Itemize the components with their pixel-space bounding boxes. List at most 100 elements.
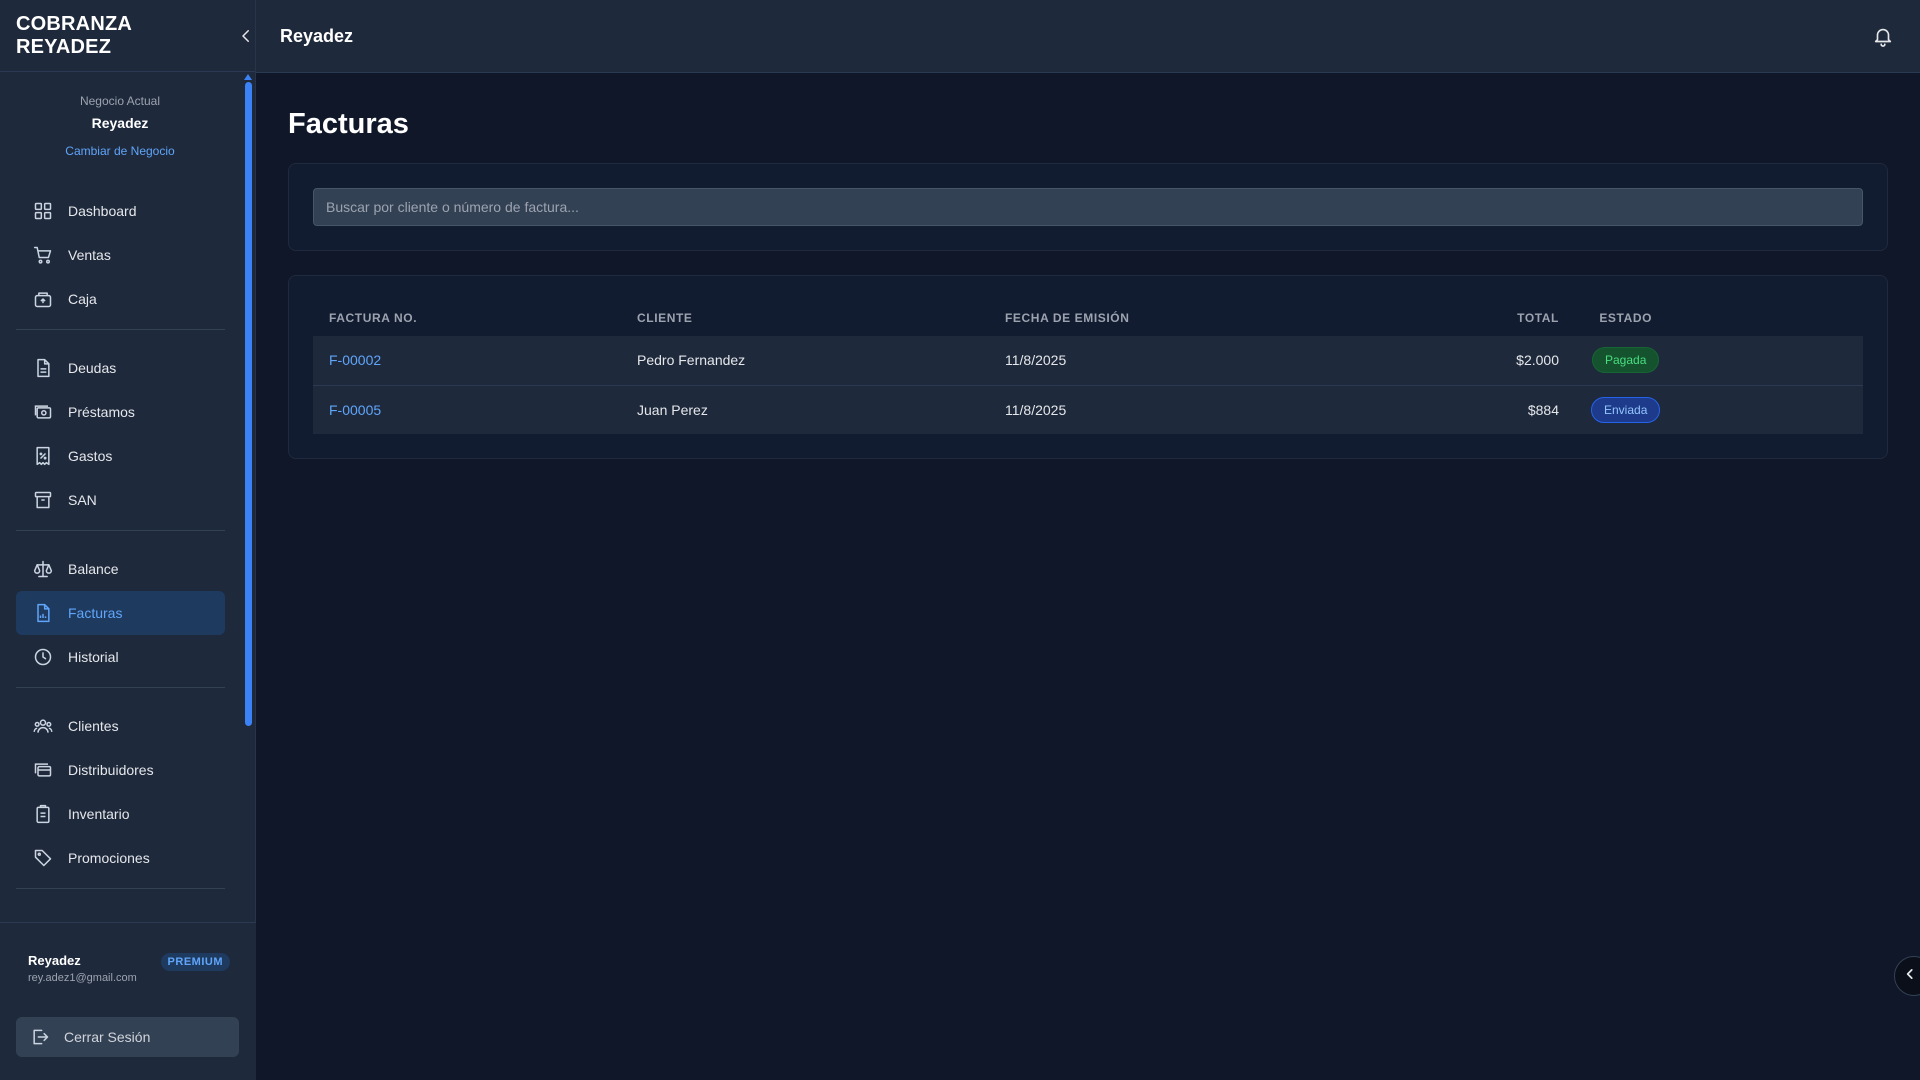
status-badge: Pagada bbox=[1592, 347, 1660, 374]
column-header-date: FECHA DE EMISIÓN bbox=[1005, 311, 1130, 325]
spacer-cell bbox=[1676, 385, 1863, 434]
user-info: Reyadez rey.adez1@gmail.com PREMIUM bbox=[28, 953, 230, 984]
business-label: Negocio Actual bbox=[79, 94, 161, 108]
table-row[interactable]: F-00002 Pedro Fernandez 11/8/2025 $2.000… bbox=[313, 336, 1863, 385]
search-card bbox=[288, 163, 1888, 251]
sidebar-item-label: Caja bbox=[68, 291, 97, 307]
scrollbar-thumb[interactable] bbox=[245, 82, 252, 726]
sidebar-item-gastos[interactable]: Gastos bbox=[16, 434, 225, 478]
invoice-number-link[interactable]: F-00002 bbox=[313, 336, 621, 385]
sidebar-item-distribuidores[interactable]: Distribuidores bbox=[16, 748, 225, 792]
sidebar-item-dashboard[interactable]: Dashboard bbox=[16, 189, 225, 233]
user-panel: Reyadez rey.adez1@gmail.com PREMIUM Cerr… bbox=[0, 922, 256, 1080]
tag-icon bbox=[32, 847, 54, 869]
scroll-up-icon[interactable] bbox=[244, 68, 252, 80]
divider bbox=[16, 888, 225, 889]
logout-button[interactable]: Cerrar Sesión bbox=[16, 1017, 239, 1057]
users-icon bbox=[32, 715, 54, 737]
plan-badge: PREMIUM bbox=[160, 953, 230, 971]
nav-group-main: Dashboard Ventas Caja bbox=[16, 189, 225, 329]
user-email: rey.adez1@gmail.com bbox=[28, 972, 137, 984]
sidebar-item-label: Facturas bbox=[68, 605, 123, 621]
scale-icon bbox=[32, 558, 54, 580]
invoices-table: FACTURA NO. CLIENTE FECHA DE EMISIÓN TOT… bbox=[313, 300, 1863, 434]
nav-group-people: Clientes Distribuidores Inventario Promo… bbox=[16, 704, 225, 888]
clock-icon bbox=[32, 646, 54, 668]
sidebar-item-label: SAN bbox=[68, 492, 97, 508]
business-switcher: Negocio Actual Reyadez Cambiar de Negoci… bbox=[0, 72, 240, 160]
sidebar-item-san[interactable]: SAN bbox=[16, 478, 225, 522]
sidebar-item-label: Historial bbox=[68, 649, 119, 665]
client-cell: Pedro Fernandez bbox=[637, 352, 746, 369]
table-row[interactable]: F-00005 Juan Perez 11/8/2025 $884 Enviad… bbox=[313, 385, 1863, 434]
sidebar-item-prestamos[interactable]: Préstamos bbox=[16, 390, 225, 434]
sidebar-item-label: Inventario bbox=[68, 806, 130, 822]
column-header-status: ESTADO bbox=[1599, 311, 1653, 325]
status-badge: Enviada bbox=[1591, 396, 1661, 423]
logout-icon bbox=[30, 1027, 50, 1047]
sidebar-item-label: Deudas bbox=[68, 360, 117, 376]
chevron-left-icon[interactable] bbox=[237, 27, 255, 45]
cart-icon bbox=[32, 244, 54, 266]
sidebar-item-label: Gastos bbox=[68, 448, 113, 464]
status-cell: Enviada bbox=[1575, 385, 1676, 434]
invoice-chart-icon bbox=[32, 602, 54, 624]
page-title: Facturas bbox=[288, 108, 409, 140]
archive-icon bbox=[32, 489, 54, 511]
search-input[interactable] bbox=[313, 188, 1863, 226]
sidebar-item-promociones[interactable]: Promociones bbox=[16, 836, 225, 880]
receipt-icon bbox=[32, 445, 54, 467]
sidebar-item-balance[interactable]: Balance bbox=[16, 547, 225, 591]
user-name: Reyadez bbox=[28, 953, 81, 968]
sidebar-item-ventas[interactable]: Ventas bbox=[16, 233, 225, 277]
date-cell: 11/8/2025 bbox=[1005, 401, 1067, 418]
cash-register-icon bbox=[32, 288, 54, 310]
panel-toggle-button[interactable] bbox=[1894, 956, 1920, 996]
sidebar-item-label: Distribuidores bbox=[68, 762, 154, 778]
business-name: Reyadez bbox=[91, 115, 149, 131]
divider bbox=[16, 530, 225, 531]
sidebar-item-label: Préstamos bbox=[68, 404, 135, 420]
invoices-table-card: FACTURA NO. CLIENTE FECHA DE EMISIÓN TOT… bbox=[288, 275, 1888, 459]
invoice-number-link[interactable]: F-00005 bbox=[313, 385, 621, 434]
column-header-number: FACTURA NO. bbox=[329, 311, 418, 325]
logout-label: Cerrar Sesión bbox=[64, 1029, 151, 1045]
sidebar-item-clientes[interactable]: Clientes bbox=[16, 704, 225, 748]
top-header: Reyadez bbox=[256, 0, 1920, 73]
nav-group-finance: Deudas Préstamos Gastos SAN bbox=[16, 346, 225, 530]
sidebar-item-facturas[interactable]: Facturas bbox=[16, 591, 225, 635]
column-spacer bbox=[1676, 300, 1863, 336]
chevron-left-icon bbox=[1903, 967, 1917, 986]
divider bbox=[16, 329, 225, 330]
sidebar-item-caja[interactable]: Caja bbox=[16, 277, 225, 321]
table-header-row: FACTURA NO. CLIENTE FECHA DE EMISIÓN TOT… bbox=[313, 300, 1863, 336]
main-content: Facturas FACTURA NO. CLIENTE FECHA DE EM… bbox=[288, 73, 1888, 459]
sidebar-nav: Dashboard Ventas Caja Deudas Préstamos G… bbox=[16, 189, 225, 905]
total-cell: $884 bbox=[1527, 401, 1559, 418]
sidebar-item-label: Balance bbox=[68, 561, 119, 577]
bell-icon[interactable] bbox=[1872, 25, 1894, 47]
banknote-icon bbox=[32, 401, 54, 423]
clipboard-icon bbox=[32, 803, 54, 825]
change-business-link[interactable]: Cambiar de Negocio bbox=[65, 144, 174, 158]
column-header-total: TOTAL bbox=[1517, 311, 1559, 325]
status-cell: Pagada bbox=[1575, 336, 1676, 385]
spacer-cell bbox=[1676, 336, 1863, 385]
date-cell: 11/8/2025 bbox=[1005, 352, 1067, 369]
brand-bar: COBRANZA REYADEZ bbox=[0, 0, 255, 72]
sidebar-item-label: Promociones bbox=[68, 850, 150, 866]
client-cell: Juan Perez bbox=[637, 401, 708, 418]
sidebar-item-label: Ventas bbox=[68, 247, 111, 263]
sidebar-item-deudas[interactable]: Deudas bbox=[16, 346, 225, 390]
sidebar-item-inventario[interactable]: Inventario bbox=[16, 792, 225, 836]
total-cell: $2.000 bbox=[1516, 352, 1559, 369]
sidebar-scrollbar[interactable] bbox=[244, 68, 252, 932]
nav-group-reports: Balance Facturas Historial bbox=[16, 547, 225, 687]
sidebar-item-label: Dashboard bbox=[68, 203, 137, 219]
column-header-client: CLIENTE bbox=[637, 311, 693, 325]
sidebar-item-label: Clientes bbox=[68, 718, 119, 734]
grid-icon bbox=[32, 200, 54, 222]
document-icon bbox=[32, 357, 54, 379]
cards-icon bbox=[32, 759, 54, 781]
sidebar-item-historial[interactable]: Historial bbox=[16, 635, 225, 679]
